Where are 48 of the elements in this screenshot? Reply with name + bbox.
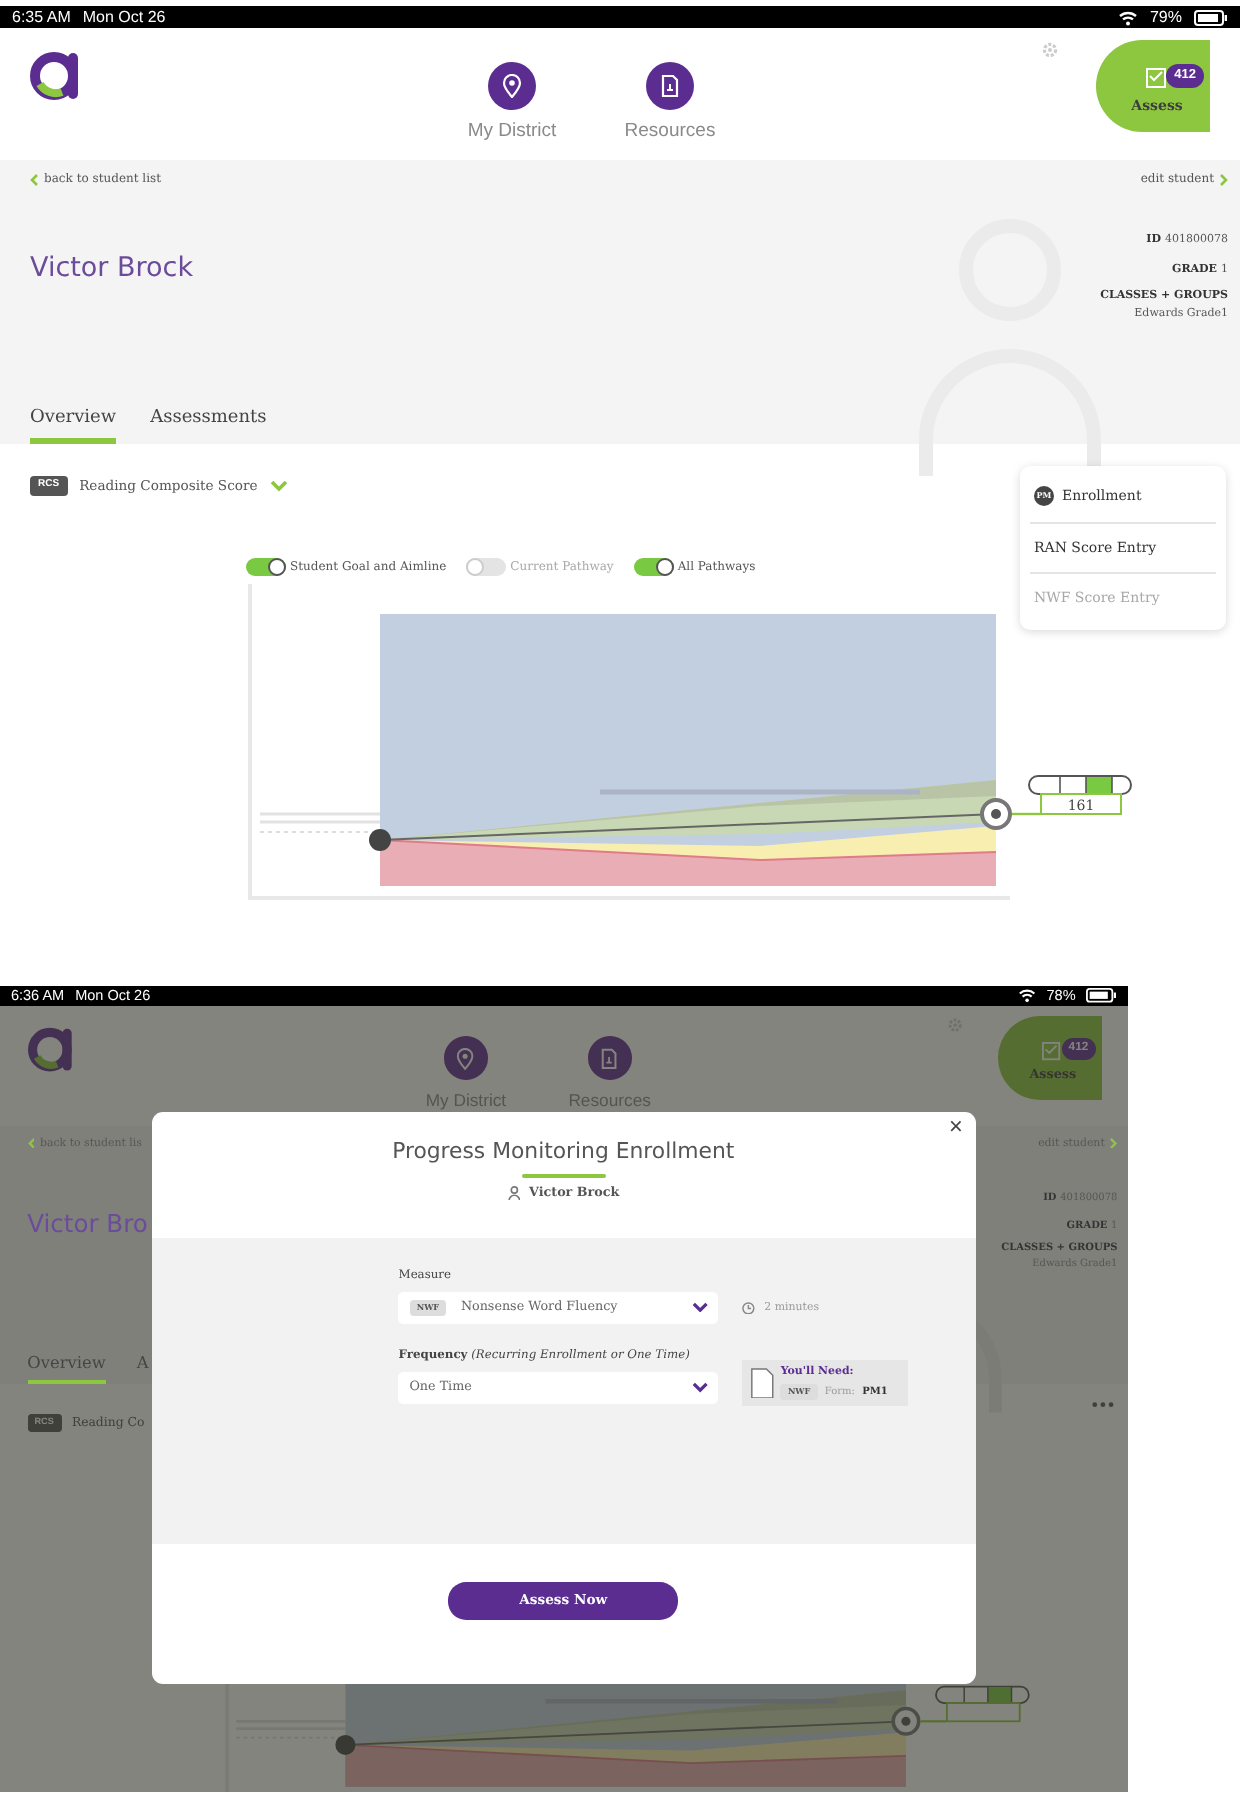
more-icon[interactable] <box>1092 1402 1114 1409</box>
goal-point <box>891 1706 921 1736</box>
toggle-switch[interactable] <box>633 557 674 575</box>
map-pin-icon <box>456 1047 475 1070</box>
document-icon <box>660 74 680 98</box>
checklist-icon <box>1042 1041 1063 1062</box>
settings-icon <box>1040 40 1060 60</box>
status-time: 6:36 AM <box>10 985 65 1006</box>
map-pin-icon <box>502 74 522 98</box>
start-point <box>335 1734 356 1755</box>
score-box <box>1040 793 1122 815</box>
chevron-right-icon <box>1220 173 1228 185</box>
wifi-icon <box>1017 988 1036 1004</box>
status-date: Mon Oct 26 <box>82 6 166 28</box>
document-icon <box>600 1047 619 1070</box>
goal-point <box>980 798 1012 830</box>
close-button[interactable]: × <box>948 1115 963 1139</box>
connector-line <box>1012 812 1040 816</box>
start-point <box>369 829 391 851</box>
status-date: Mon Oct 26 <box>75 985 151 1006</box>
chevron-down-icon <box>691 1302 708 1313</box>
toggle-switch[interactable] <box>466 557 507 575</box>
reference-line <box>235 1719 348 1730</box>
logo-icon <box>30 50 82 102</box>
battery-percent: 78% <box>1046 985 1076 1006</box>
checklist-icon <box>1146 67 1168 89</box>
student-name: Victor Brock <box>30 250 194 288</box>
battery-percent: 79% <box>1149 6 1182 28</box>
toggle-switch[interactable] <box>246 557 286 575</box>
tab[interactable]: Assessments <box>150 405 267 444</box>
document-icon <box>749 1367 774 1398</box>
clock-icon <box>742 1301 756 1314</box>
chevron-down-icon <box>691 1382 708 1394</box>
chevron-right-icon <box>1110 1137 1118 1149</box>
person-icon <box>507 1186 520 1201</box>
chevron-left-icon <box>27 1137 35 1149</box>
score-box <box>946 1701 1021 1722</box>
modal-title: Progress Monitoring Enrollment <box>392 1136 735 1169</box>
connector-line <box>920 1719 947 1723</box>
status-time: 6:35 AM <box>12 6 71 28</box>
score-meter <box>1028 775 1132 795</box>
nav-link[interactable]: My District <box>442 62 582 147</box>
chevron-left-icon <box>30 173 38 185</box>
chevron-down-icon <box>269 480 288 492</box>
nav-link[interactable]: Resources <box>600 62 740 147</box>
reference-line <box>258 812 382 824</box>
tab[interactable]: Overview <box>30 405 117 444</box>
logo-icon <box>27 1025 75 1074</box>
